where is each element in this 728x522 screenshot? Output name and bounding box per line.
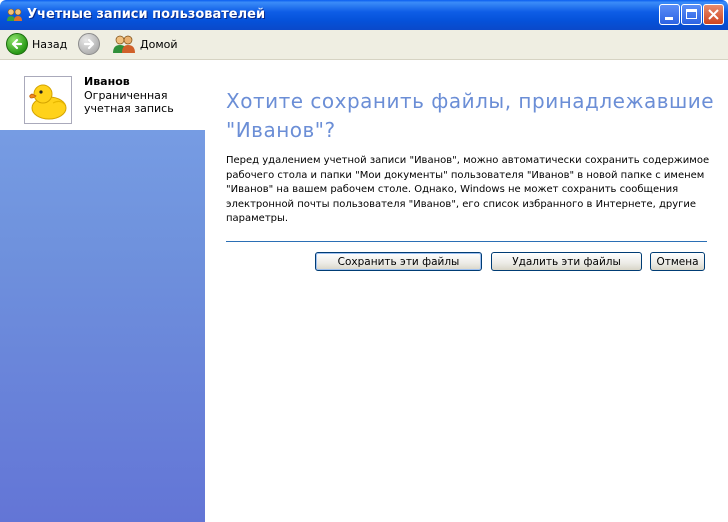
- home-button[interactable]: Домой: [112, 32, 178, 56]
- save-files-button[interactable]: Сохранить эти файлы: [315, 252, 482, 271]
- separator: [226, 241, 707, 242]
- back-label: Назад: [32, 37, 68, 51]
- back-arrow-icon: [6, 33, 28, 55]
- description-text: Перед удалением учетной записи "Иванов",…: [226, 155, 710, 224]
- user-account-type: Ограниченная учетная запись: [84, 89, 174, 115]
- user-accounts-window: Учетные записи пользователей Назад Домой…: [0, 0, 728, 522]
- rubber-duck-icon: [29, 84, 67, 120]
- left-panel: Иванов Ограниченная учетная запись: [0, 60, 205, 522]
- page-title: Хотите сохранить файлы, принадлежавшие "…: [226, 89, 715, 142]
- forward-arrow-icon: [78, 33, 100, 55]
- minimize-button[interactable]: [659, 4, 680, 25]
- users-home-icon: [113, 35, 135, 53]
- toolbar: Назад Домой: [0, 30, 728, 60]
- title-bar[interactable]: Учетные записи пользователей: [0, 0, 728, 30]
- cancel-button[interactable]: Отмена: [650, 252, 705, 271]
- minimize-icon: [665, 17, 673, 20]
- delete-files-button[interactable]: Удалить эти файлы: [491, 252, 642, 271]
- maximize-icon: [686, 9, 697, 19]
- home-label: Домой: [140, 37, 178, 51]
- user-accounts-icon: [7, 8, 22, 21]
- back-button[interactable]: Назад: [6, 32, 67, 56]
- forward-button[interactable]: [78, 32, 100, 56]
- user-avatar: [24, 76, 72, 124]
- user-name: Иванов: [84, 75, 130, 88]
- window-title: Учетные записи пользователей: [27, 7, 266, 22]
- main-content: Хотите сохранить файлы, принадлежавшие "…: [205, 60, 728, 522]
- maximize-button[interactable]: [681, 4, 702, 25]
- close-icon: [708, 9, 719, 20]
- close-button[interactable]: [703, 4, 724, 25]
